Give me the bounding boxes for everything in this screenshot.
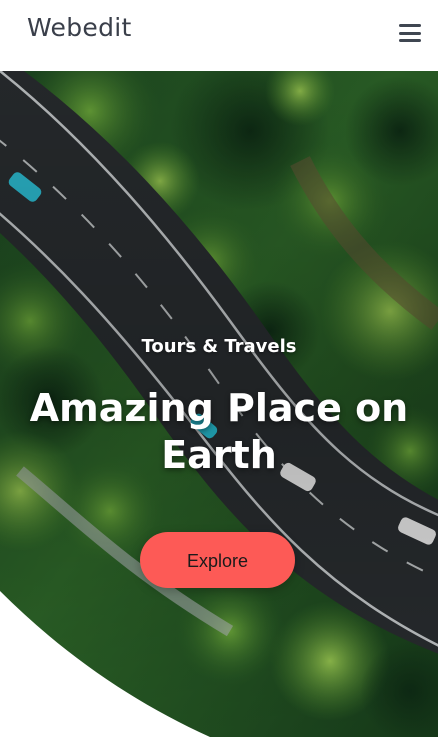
page: Webedit Tours & Travels Amazing Place on… — [0, 0, 438, 737]
hero-section: Tours & Travels Amazing Place on Earth E… — [0, 71, 438, 737]
menu-bar — [399, 39, 421, 42]
menu-bar — [399, 24, 421, 27]
menu-bar — [399, 31, 421, 35]
hamburger-menu-icon[interactable] — [399, 24, 421, 42]
site-header: Webedit — [0, 0, 438, 71]
explore-button[interactable]: Explore — [140, 532, 295, 588]
brand-logo[interactable]: Webedit — [27, 13, 132, 42]
hero-subtitle: Tours & Travels — [141, 336, 297, 357]
hero-headline: Amazing Place on Earth — [29, 386, 409, 477]
